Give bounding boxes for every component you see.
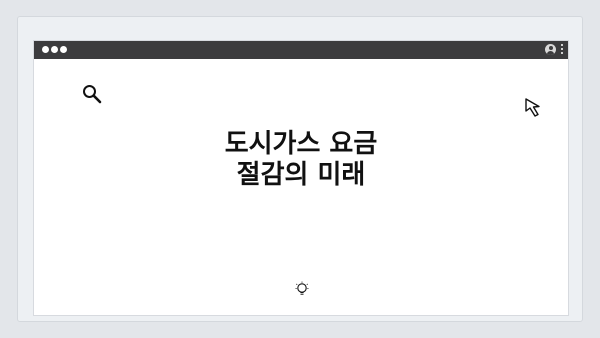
window-control-dot[interactable]: [60, 46, 67, 53]
cursor-icon: [524, 97, 546, 119]
window-control-dot[interactable]: [51, 46, 58, 53]
browser-window: 도시가스 요금 절감의 미래: [33, 40, 569, 316]
window-titlebar: [34, 41, 568, 59]
search-icon: [81, 83, 105, 105]
headline-line-2: 절감의 미래: [236, 160, 366, 190]
headline: 도시가스 요금 절감의 미래: [34, 129, 568, 191]
headline-line-1: 도시가스 요금: [224, 129, 378, 159]
lightbulb-icon: [295, 281, 309, 299]
user-icon[interactable]: [545, 44, 556, 55]
page: 도시가스 요금 절감의 미래: [0, 0, 600, 338]
window-control-dot[interactable]: [42, 46, 49, 53]
kebab-menu-icon[interactable]: [561, 44, 564, 56]
